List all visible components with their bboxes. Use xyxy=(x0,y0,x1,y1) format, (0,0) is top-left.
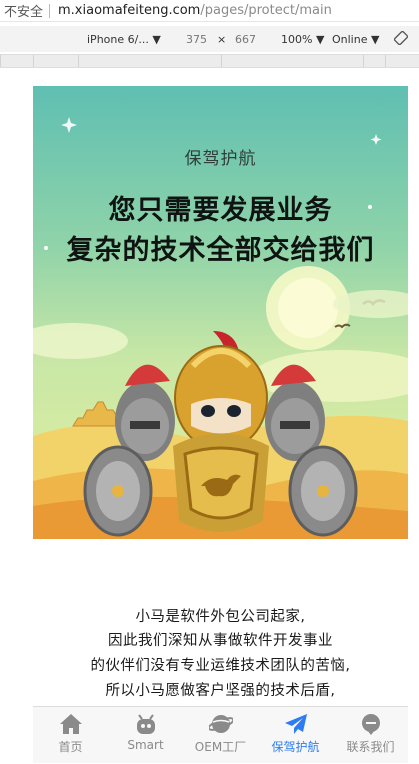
tab-oem-label: OEM工厂 xyxy=(194,740,247,754)
mobile-viewport: 保驾护航 您只需要发展业务 复杂的技术全部交给我们 小马是软件外包公司起家, 因… xyxy=(33,86,408,763)
intro-line: 所以小马愿做客户坚强的技术后盾, xyxy=(105,683,336,699)
network-select[interactable]: Online ▼ xyxy=(332,33,379,46)
tab-contact[interactable]: 联系我们 xyxy=(333,707,408,764)
dimension-times: × xyxy=(217,32,227,46)
hero-headline-line1: 您只需要发展业务 xyxy=(108,195,333,226)
hero-banner: 保驾护航 您只需要发展业务 复杂的技术全部交给我们 xyxy=(33,86,408,539)
intro-line: 小马是软件外包公司起家, xyxy=(135,609,306,625)
tab-contact-label: 联系我们 xyxy=(346,740,395,754)
width-input[interactable]: 375 xyxy=(186,33,207,46)
tab-oem[interactable]: OEM工厂 xyxy=(183,707,258,764)
url-path: /pages/protect/main xyxy=(200,3,332,18)
url-domain: m.xiaomafeiteng.com xyxy=(58,3,201,18)
ruler-segment xyxy=(0,55,33,67)
hero-subtitle: 保驾护航 xyxy=(184,149,257,169)
ruler-segment xyxy=(78,55,221,67)
zoom-select[interactable]: 100% ▼ xyxy=(281,33,324,46)
device-toolbar: iPhone 6/... ▼ 375 × 667 100% ▼ Online ▼ xyxy=(0,26,419,52)
home-icon xyxy=(60,714,82,734)
planet-icon xyxy=(209,715,233,733)
chat-icon xyxy=(362,714,380,735)
ruler-segment xyxy=(363,55,385,67)
device-select[interactable]: iPhone 6/... ▼ xyxy=(87,33,161,46)
ruler-segment xyxy=(221,55,363,67)
insecure-label[interactable]: 不安全 xyxy=(0,1,43,20)
robot-icon xyxy=(137,714,155,734)
paper-plane-icon xyxy=(285,714,307,734)
address-bar[interactable]: 不安全 m.xiaomafeiteng.com/pages/protect/ma… xyxy=(0,0,419,22)
rotate-icon[interactable] xyxy=(394,31,408,45)
intro-line: 因此我们深知从事做软件开发事业 xyxy=(108,633,333,649)
bottom-tab-bar: 首页 Smart OEM工厂 保驾护航 联系我们 xyxy=(33,706,408,763)
ruler-segment xyxy=(33,55,78,67)
tab-home-label: 首页 xyxy=(58,740,83,754)
tab-home[interactable]: 首页 xyxy=(33,707,108,764)
url-text[interactable]: m.xiaomafeiteng.com/pages/protect/main xyxy=(58,3,332,18)
hero-headline-line2: 复杂的技术全部交给我们 xyxy=(66,235,375,266)
media-query-ruler xyxy=(0,54,419,68)
address-separator xyxy=(49,3,51,18)
ruler-segment xyxy=(385,55,419,67)
intro-line: 的伙伴们没有专业运维技术团队的苦恼, xyxy=(90,658,351,674)
tab-protect[interactable]: 保驾护航 xyxy=(258,707,333,764)
height-input[interactable]: 667 xyxy=(235,33,256,46)
tab-smart-label: Smart xyxy=(127,738,164,752)
tab-protect-label: 保驾护航 xyxy=(271,740,320,754)
tab-smart[interactable]: Smart xyxy=(108,707,183,764)
